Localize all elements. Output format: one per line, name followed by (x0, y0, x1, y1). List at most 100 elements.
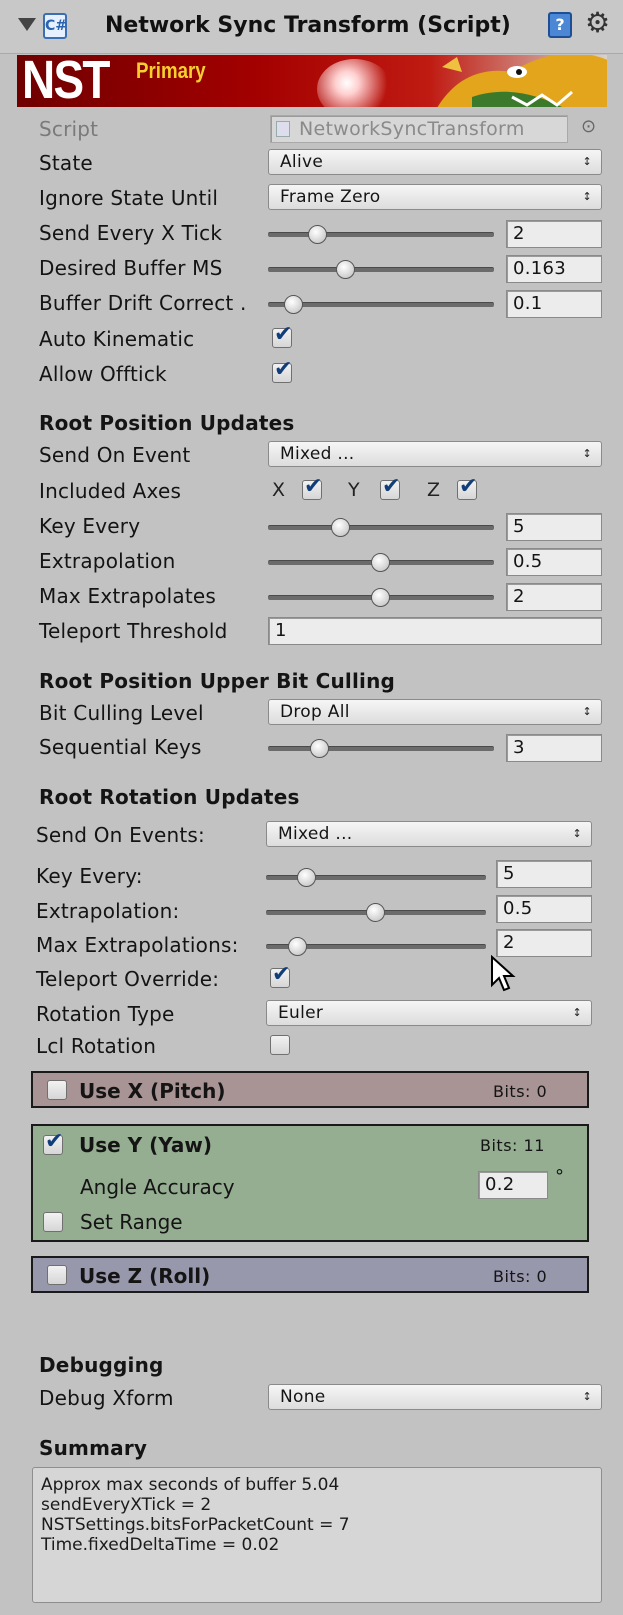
buffer-drift-correct-slider-thumb[interactable] (284, 295, 303, 314)
pos-key-every-label: Key Every (39, 514, 141, 538)
banner-logo: NST (22, 55, 110, 107)
debug-xform-label: Debug Xform (39, 1386, 174, 1410)
rot-key-every-field[interactable]: 5 (496, 860, 592, 888)
ignore-state-until-dropdown[interactable]: Frame Zero ↕ (268, 184, 602, 210)
rotation-type-label: Rotation Type (36, 1002, 175, 1026)
degree-symbol: ° (555, 1166, 564, 1187)
max-extrapolations-slider-thumb[interactable] (288, 937, 307, 956)
foldout-arrow-icon[interactable] (18, 18, 36, 31)
root-rotation-header: Root Rotation Updates (39, 785, 300, 809)
nst-banner: NST Primary (17, 55, 607, 107)
teleport-override-checkbox[interactable]: ✔ (270, 964, 290, 988)
lcl-rotation-checkbox[interactable] (270, 1035, 290, 1055)
sequential-keys-field[interactable]: 3 (506, 734, 602, 762)
check-mark-icon: ✔ (274, 357, 293, 382)
bit-culling-level-label: Bit Culling Level (39, 701, 204, 725)
state-dropdown[interactable]: Alive ↕ (268, 149, 602, 175)
state-label: State (39, 151, 93, 175)
axis-x-label: X (272, 479, 286, 501)
send-every-x-tick-slider-thumb[interactable] (308, 225, 327, 244)
use-z-checkbox[interactable] (47, 1265, 67, 1285)
pos-extrapolation-slider-thumb[interactable] (371, 553, 390, 572)
dropdown-arrows-icon: ↕ (582, 1390, 592, 1403)
included-axes-label: Included Axes (39, 479, 182, 503)
max-extrapolations-field[interactable]: 2 (496, 929, 592, 957)
send-on-event-label: Send On Event (39, 443, 191, 467)
allow-offtick-checkbox[interactable]: ✔ (272, 359, 292, 383)
check-mark-icon: ✔ (272, 962, 291, 987)
debug-xform-dropdown[interactable]: None ↕ (268, 1384, 602, 1410)
use-x-bits: Bits: 0 (493, 1082, 548, 1101)
max-extrapolates-label: Max Extrapolates (39, 584, 217, 608)
use-x-checkbox[interactable] (47, 1080, 67, 1100)
desired-buffer-ms-field[interactable]: 0.163 (506, 255, 602, 283)
desired-buffer-ms-slider-track[interactable] (268, 267, 494, 272)
teleport-threshold-field[interactable]: 1 (268, 617, 602, 645)
gear-icon[interactable]: ⚙ (585, 6, 610, 39)
buffer-drift-correct-field[interactable]: 0.1 (506, 290, 602, 318)
dropdown-arrows-icon: ↕ (582, 155, 592, 168)
dropdown-arrows-icon: ↕ (582, 190, 592, 203)
mouse-cursor-icon (491, 955, 516, 992)
angle-accuracy-label: Angle Accuracy (80, 1175, 235, 1199)
sequential-keys-slider-thumb[interactable] (310, 739, 329, 758)
desired-buffer-ms-label: Desired Buffer MS (39, 256, 223, 280)
axis-z-checkbox[interactable]: ✔ (457, 476, 477, 500)
summary-box: Approx max seconds of buffer 5.04 sendEv… (32, 1467, 602, 1603)
rot-extrapolation-slider-thumb[interactable] (366, 903, 385, 922)
pos-extrapolation-field[interactable]: 0.5 (506, 548, 602, 576)
ignore-state-until-value: Frame Zero (280, 187, 381, 207)
rotation-type-value: Euler (278, 1003, 324, 1023)
bit-culling-level-dropdown[interactable]: Drop All ↕ (268, 699, 602, 725)
use-y-title: Use Y (Yaw) (79, 1133, 213, 1157)
axis-x-checkbox[interactable]: ✔ (302, 476, 322, 500)
max-extrapolates-slider-thumb[interactable] (371, 588, 390, 607)
bit-culling-level-value: Drop All (280, 702, 350, 722)
send-on-events-label: Send On Events: (36, 823, 205, 847)
debugging-header: Debugging (39, 1353, 164, 1377)
max-extrapolations-label: Max Extrapolations: (36, 933, 239, 957)
sequential-keys-slider-track[interactable] (268, 746, 494, 751)
teleport-override-label: Teleport Override: (36, 967, 220, 991)
axis-z-panel: Use Z (Roll) Bits: 0 (31, 1256, 589, 1293)
buffer-drift-correct-label: Buffer Drift Correct . (39, 291, 247, 315)
rot-extrapolation-field[interactable]: 0.5 (496, 895, 592, 923)
send-every-x-tick-label: Send Every X Tick (39, 221, 223, 245)
check-mark-icon: ✔ (459, 474, 478, 499)
use-y-checkbox[interactable]: ✔ (43, 1131, 63, 1155)
script-file-icon (276, 121, 290, 137)
axis-y-checkbox[interactable]: ✔ (380, 476, 400, 500)
check-mark-icon: ✔ (274, 322, 293, 347)
angle-accuracy-field[interactable]: 0.2 (478, 1171, 548, 1199)
send-on-events-dropdown[interactable]: Mixed ... ↕ (266, 821, 592, 847)
summary-header: Summary (39, 1436, 148, 1460)
axis-y-label: Y (348, 479, 360, 501)
max-extrapolates-field[interactable]: 2 (506, 583, 602, 611)
rot-extrapolation-label: Extrapolation: (36, 899, 180, 923)
rotation-type-dropdown[interactable]: Euler ↕ (266, 1000, 592, 1026)
pos-key-every-field[interactable]: 5 (506, 513, 602, 541)
axis-z-label: Z (427, 479, 441, 501)
bit-culling-header: Root Position Upper Bit Culling (39, 669, 396, 693)
pos-key-every-slider-thumb[interactable] (331, 518, 350, 537)
desired-buffer-ms-slider-thumb[interactable] (336, 260, 355, 279)
pos-key-every-slider-track[interactable] (268, 525, 494, 530)
script-field-value: NetworkSyncTransform (299, 118, 525, 140)
summary-line: sendEveryXTick = 2 (41, 1495, 212, 1515)
help-book-icon[interactable]: ? (548, 12, 572, 38)
auto-kinematic-checkbox[interactable]: ✔ (272, 324, 292, 348)
csharp-script-icon: C# (43, 13, 67, 39)
debug-xform-value: None (280, 1387, 326, 1407)
set-range-checkbox[interactable] (43, 1212, 63, 1232)
rot-key-every-slider-thumb[interactable] (297, 868, 316, 887)
banner-glow (317, 59, 392, 107)
send-on-event-value: Mixed ... (280, 444, 355, 464)
axis-y-panel: ✔ Use Y (Yaw) Bits: 11 Angle Accuracy 0.… (31, 1124, 589, 1242)
object-picker-icon[interactable]: ⊙ (581, 116, 596, 137)
send-on-event-dropdown[interactable]: Mixed ... ↕ (268, 441, 602, 467)
component-header: C# Network Sync Transform (Script) ? ⚙ (0, 0, 623, 54)
send-every-x-tick-field[interactable]: 2 (506, 220, 602, 248)
summary-line: Time.fixedDeltaTime = 0.02 (41, 1535, 280, 1555)
send-every-x-tick-slider-track[interactable] (268, 232, 494, 237)
summary-line: Approx max seconds of buffer 5.04 (41, 1475, 340, 1495)
